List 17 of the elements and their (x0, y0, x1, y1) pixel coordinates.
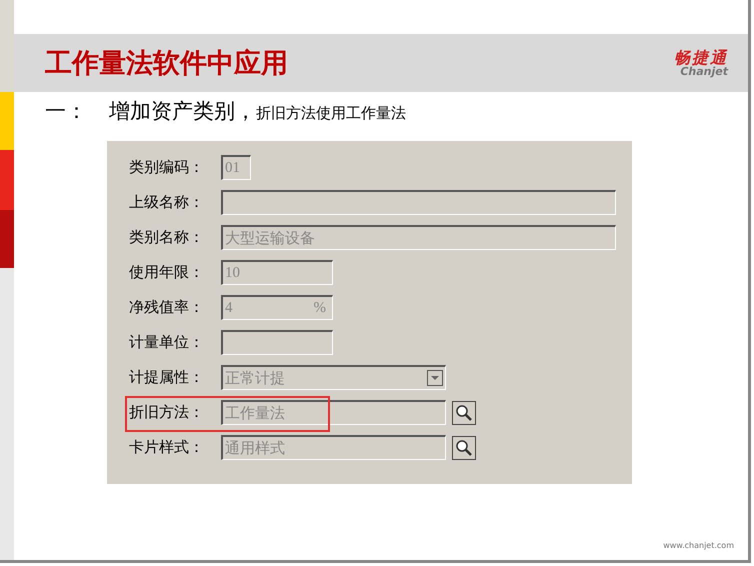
field-label: 类别名称： (129, 228, 205, 247)
field-label: 使用年限： (129, 263, 205, 282)
section-heading: 增加资产类别， (109, 98, 256, 125)
field-label: 上级名称： (129, 193, 205, 212)
section-note: 折旧方法使用工作量法 (256, 104, 406, 123)
field-label: 类别编码： (129, 158, 205, 177)
logo-text: 畅捷通 (674, 50, 728, 66)
search-icon[interactable] (452, 400, 476, 424)
logo-subtext: Chanjet (680, 66, 728, 76)
slide-title: 工作量法软件中应用 (45, 47, 288, 81)
field-label: 净残值率： (129, 298, 205, 317)
field-label: 计提属性： (129, 368, 205, 387)
website-url: www.chanjet.com (663, 541, 734, 550)
section-number: 一： (45, 98, 87, 125)
field-label: 卡片样式： (129, 438, 205, 457)
field-label: 计量单位： (129, 333, 205, 352)
field-label: 折旧方法： (129, 403, 205, 422)
